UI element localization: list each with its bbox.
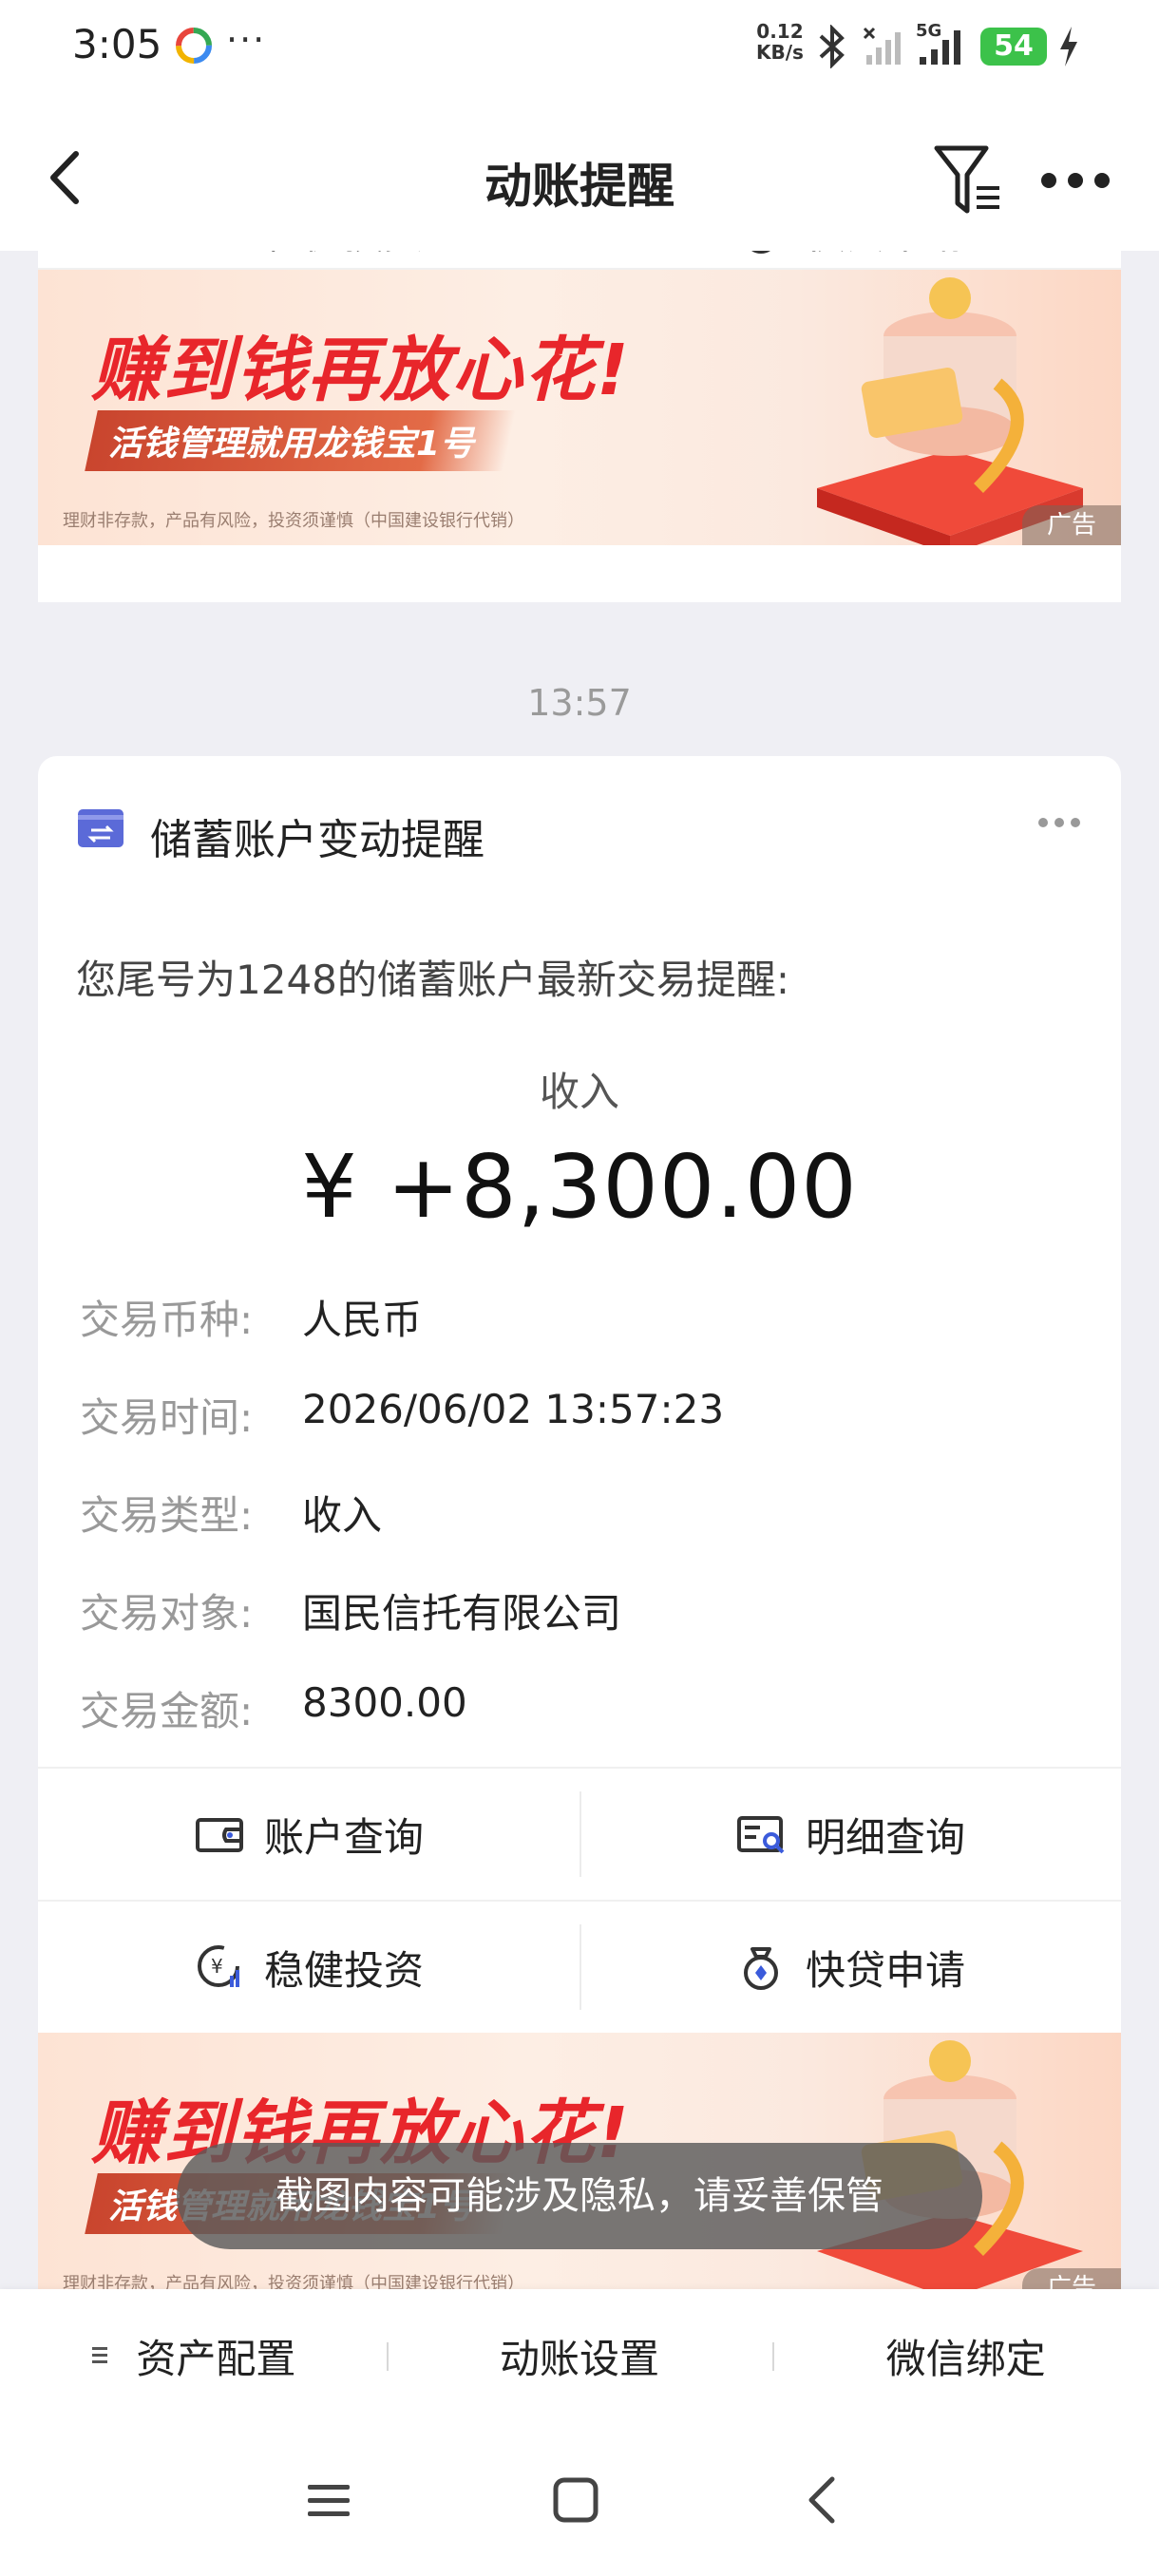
ad-banner[interactable]: 赚到钱再放心花! 活钱管理就用龙钱宝1号 理财非存款，产品有风险，投资须谨慎（中… [38,270,1121,545]
detail-value: 人民币 [302,1297,423,1343]
asset-allocation-tab[interactable]: 资产配置 [0,2289,387,2422]
notice-intro: 您尾号为1248的储蓄账户最新交易提醒: [76,957,790,1003]
more-options-icon[interactable] [1037,161,1113,199]
detail-value: 2026/06/02 13:57:23 [302,1386,725,1432]
notice-settings-tab[interactable]: 动账设置 [386,2289,773,2422]
account-query-button[interactable]: 账户查询 [38,1769,580,1900]
loan-apply-label: 快贷申请 [806,251,965,260]
detail-row-type: 交易类型: 收入 [80,1484,1087,1582]
notice-card: 储蓄账户变动提醒 您尾号为1248的储蓄账户最新交易提醒: 收入 ¥ +8,30… [38,756,1121,2289]
status-time: 3:05 [72,21,162,67]
transaction-amount: ¥ +8,300.00 [301,1136,858,1238]
svg-text:¥: ¥ [211,1955,223,1978]
message-timestamp: 13:57 [527,682,632,724]
detail-row-time: 交易时间: 2026/06/02 13:57:23 [80,1386,1087,1484]
detail-label: 交易币种: [80,1297,254,1343]
battery-indicator: 54 [980,28,1047,66]
filter-icon[interactable] [931,141,1003,220]
bluetooth-icon [819,25,845,68]
statement-search-icon [736,1816,785,1854]
net-speed-unit: KB/s [756,41,804,64]
action-row: ¥ 稳健投资 快贷申请 [38,251,1121,270]
menu-lines-icon [92,2347,108,2363]
app-notification-icon [176,28,212,64]
detail-value: 国民信托有限公司 [302,1590,622,1637]
top-nav-bar: 动账提醒 [0,95,1159,251]
loan-apply-button[interactable]: 快贷申请 [580,251,1121,268]
detail-list: 交易币种: 人民币 交易时间: 2026/06/02 13:57:23 交易类型… [80,1288,1087,1777]
detail-label: 交易对象: [80,1590,254,1637]
action-row: 账户查询 明细查询 [38,1769,1121,1902]
wallet-icon [195,1818,243,1852]
status-icons: 5G 54 [813,21,1081,70]
home-icon[interactable] [547,2472,604,2529]
wechat-binding-label: 微信绑定 [885,2335,1046,2382]
signal-5g-icon: 5G [916,21,971,68]
asset-allocation-label: 资产配置 [136,2335,296,2382]
statement-query-button[interactable]: 明细查询 [580,1769,1121,1900]
account-query-label: 账户查询 [263,1813,424,1861]
wechat-binding-tab[interactable]: 微信绑定 [772,2289,1159,2422]
invest-label: 稳健投资 [263,1946,424,1994]
ad-tag: 广告 [1022,505,1121,545]
status-bar: 3:05 ··· 0.12 KB/s 5G 54 [0,0,1159,95]
charging-icon [1060,27,1077,66]
account-transfer-icon [78,809,124,847]
detail-row-counterparty: 交易对象: 国民信托有限公司 [80,1582,1087,1679]
net-speed: 0.12 KB/s [756,21,804,63]
loan-icon [751,251,770,254]
bottom-menu-bar: 资产配置 动账设置 微信绑定 [0,2289,1159,2422]
net-speed-value: 0.12 [756,20,804,43]
card-title: 储蓄账户变动提醒 [150,816,484,864]
invest-icon: ¥ [194,251,245,256]
ad-illustration [817,277,1083,545]
more-notifications-icon: ··· [226,19,267,61]
detail-label: 交易金额: [80,1688,254,1734]
statement-query-label: 明细查询 [805,1813,965,1861]
card-header: 储蓄账户变动提醒 [38,756,1121,899]
card-actions: 账户查询 明细查询 ¥ 稳健投资 快贷申请 [38,1767,1121,2035]
amount-type: 收入 [539,1069,619,1115]
invest-label: 稳健投资 [264,251,424,260]
action-row: ¥ 稳健投资 快贷申请 [38,1902,1121,2035]
invest-button[interactable]: ¥ 稳健投资 [38,1902,580,2033]
ad-tag: 广告 [1022,2268,1121,2289]
detail-row-amount: 交易金额: 8300.00 [80,1679,1087,1777]
detail-label: 交易类型: [80,1492,254,1539]
detail-row-currency: 交易币种: 人民币 [80,1288,1087,1386]
card-more-icon[interactable] [1036,813,1083,832]
invest-button[interactable]: ¥ 稳健投资 [38,251,580,268]
system-nav-bar [0,2422,1159,2576]
recent-apps-icon[interactable] [300,2472,357,2529]
ad-headline: 赚到钱再放心花! [91,330,631,411]
ad-disclaimer: 理财非存款，产品有风险，投资须谨慎（中国建设银行代销） [63,2274,524,2289]
system-back-icon[interactable] [794,2472,851,2529]
loan-icon [743,1947,778,1990]
previous-notice-card: ¥ 稳健投资 快贷申请 赚到钱再放心花! 活钱管理就用龙钱宝1号 理财非存款，产… [38,251,1121,602]
loan-apply-button[interactable]: 快贷申请 [580,1902,1121,2033]
ad-subline: 活钱管理就用龙钱宝1号 [108,425,475,464]
signal-weak-icon [863,27,901,65]
loan-apply-label: 快贷申请 [805,1946,965,1994]
detail-value: 8300.00 [302,1679,467,1726]
ad-disclaimer: 理财非存款，产品有风险，投资须谨慎（中国建设银行代销） [63,511,524,531]
invest-icon: ¥ [197,1945,239,1987]
detail-value: 收入 [302,1492,383,1539]
detail-label: 交易时间: [80,1394,254,1441]
privacy-toast: 截图内容可能涉及隐私，请妥善保管 [177,2143,982,2249]
notice-settings-label: 动账设置 [500,2335,660,2382]
